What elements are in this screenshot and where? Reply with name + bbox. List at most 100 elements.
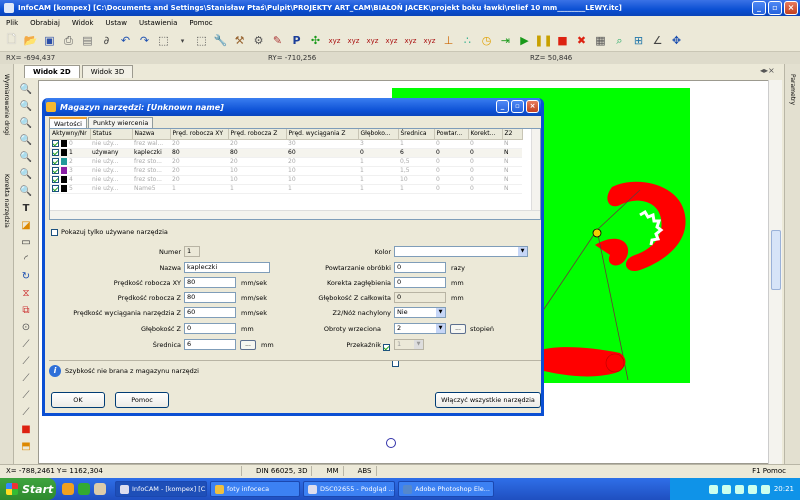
col-speed-xy[interactable]: Pręd. robocza XY [170,129,229,140]
xyz-icon-5[interactable]: xyz [402,32,419,49]
spindle-browse-button[interactable]: ... [450,324,466,334]
print-icon[interactable]: ⎙ [60,32,77,49]
depth-correction-field[interactable]: 0 [394,277,446,288]
pause-icon[interactable]: ❚❚ [534,32,552,49]
col-z2[interactable]: Z2 [502,129,523,140]
maximize-button[interactable]: ▫ [768,1,782,15]
show-used-only-checkbox[interactable]: Pokazuj tylko używane narzędzia [51,228,168,236]
col-active[interactable]: Aktywny/Nr [50,129,91,140]
dialog-maximize-button[interactable]: ▫ [511,100,524,113]
line-tool-icon-1[interactable]: ⟋ [18,337,34,352]
tray-icon-1[interactable] [708,484,718,494]
tray-icon-3[interactable] [734,484,744,494]
browser-quick-icon[interactable] [62,483,74,495]
tab-widok-2d[interactable]: Widok 2D [24,65,80,78]
color-dropdown-icon[interactable]: ▼ [518,247,527,256]
parameters-icon[interactable]: P [288,32,305,49]
left-panel-label-2[interactable]: Korekta narzędzia [3,174,10,228]
start-button[interactable]: Start [0,478,56,500]
spindle-checkbox[interactable] [383,343,390,351]
line-tool-icon-3[interactable]: ⟋ [18,371,34,386]
pan-icon[interactable]: ✥ [668,32,685,49]
dialog-close-button[interactable]: × [526,100,539,113]
new-file-icon[interactable]: 🗋 [3,32,20,49]
fill-tool-icon[interactable]: ⬒ [18,439,34,454]
hammer-icon[interactable]: ⚒ [231,32,248,49]
select-mode-icon[interactable]: ⬚ [193,32,210,49]
tools-icon[interactable]: ⚙ [250,32,267,49]
drill-tool-icon[interactable]: ⊙ [18,320,34,335]
xyz-icon-2[interactable]: xyz [345,32,362,49]
menu-obrabiaj[interactable]: Obrabiaj [30,19,60,27]
zoom-window-icon[interactable]: ⌕ [611,32,628,49]
minimize-button[interactable]: _ [752,1,766,15]
spindle-icon[interactable]: ⊥ [440,32,457,49]
table-vertical-scrollbar[interactable] [531,129,540,219]
line-tool-icon-4[interactable]: ⟋ [18,388,34,403]
col-name[interactable]: Nazwa [132,129,171,140]
redo-icon[interactable]: ↷ [136,32,153,49]
step-icon[interactable]: ⇥ [497,32,514,49]
mirror-tool-icon[interactable]: ⧖ [18,286,34,301]
table-row[interactable]: 2 nie uży... frez sto... 20 20 20 1 0,5 0 0 N [50,157,522,167]
dialog-minimize-button[interactable]: _ [496,100,509,113]
col-speed-z[interactable]: Pręd. robocza Z [228,129,287,140]
zoom-in-icon[interactable]: 🔍 [18,82,34,97]
menu-plik[interactable]: Plik [6,19,18,27]
save-icon[interactable]: ▣ [41,32,58,49]
col-retract-z[interactable]: Pręd. wyciągania Z [286,129,359,140]
stop-side-icon[interactable]: ■ [18,422,34,437]
task-infocam[interactable]: InfoCAM - [kompex] [C... [115,481,207,497]
enable-all-tools-button[interactable]: Włączyć wszystkie narzędzia [435,392,541,408]
arc-tool-icon[interactable]: ◜ [18,252,34,267]
table-row[interactable]: 0 nie uży... frez wal... 20 20 30 3 1 0 0 N [50,139,522,149]
line-tool-icon-5[interactable]: ⟋ [18,405,34,420]
menu-pomoc[interactable]: Pomoc [189,19,212,27]
canvas-vertical-scrollbar[interactable] [768,80,782,464]
select-rect-icon[interactable]: ⬚ [155,32,172,49]
xyz-icon-6[interactable]: xyz [421,32,438,49]
zoom-all-icon[interactable]: ⊞ [630,32,647,49]
node-tool-icon[interactable]: ◪ [18,218,34,233]
table-row[interactable]: 4 nie uży... frez sto... 20 10 10 1 10 0 0 N [50,175,522,185]
nazwa-field[interactable]: kapleczki [184,262,270,273]
media-quick-icon[interactable] [78,483,90,495]
depth-z-field[interactable]: 0 [184,323,236,334]
text-tool-icon[interactable]: T [18,201,34,216]
menu-ustawienia[interactable]: Ustawienia [139,19,177,27]
menu-ustaw[interactable]: Ustaw [105,19,127,27]
retract-z-field[interactable]: 60 [184,307,236,318]
col-correction[interactable]: Korekt... [468,129,503,140]
task-photoshop[interactable]: Adobe Photoshop Ele... [398,481,494,497]
tray-icon-5[interactable] [760,484,770,494]
ok-button[interactable]: OK [51,392,105,408]
diameter-field[interactable]: 6 [184,339,236,350]
table-row[interactable]: 3 nie uży... frez sto... 20 10 10 1 1,5 0 0 N [50,166,522,176]
color-select[interactable]: ▼ [394,246,528,257]
spindle-select[interactable]: 2 ▼ [394,323,446,334]
tray-icon-2[interactable] [721,484,731,494]
speed-z-field[interactable]: 80 [184,292,236,303]
left-panel-label-1[interactable]: Wymiarowanie drogi [3,74,10,136]
col-repeat[interactable]: Powtar... [434,129,469,140]
zoom-extents-icon[interactable]: 🔍 [18,167,34,182]
stop-icon[interactable]: ■ [554,32,571,49]
col-diameter[interactable]: Średnica [398,129,435,140]
repeat-field[interactable]: 0 [394,262,446,273]
xyz-icon-4[interactable]: xyz [383,32,400,49]
document-icon[interactable]: ▤ [79,32,96,49]
table-row[interactable]: 1 używany kapleczki 80 80 60 0 6 0 0 N [50,148,522,158]
tool-active-checkbox[interactable] [52,149,59,156]
task-foty[interactable]: foty infoceca [210,481,300,497]
zoom-selection-icon[interactable]: 🔍 [18,184,34,199]
timer-icon[interactable]: ◷ [478,32,495,49]
paint-icon[interactable]: ✎ [269,32,286,49]
line-tool-icon-2[interactable]: ⟋ [18,354,34,369]
tab-widok-3d[interactable]: Widok 3D [81,65,134,78]
dropdown-icon[interactable]: ▾ [174,32,191,49]
diameter-browse-button[interactable]: ... [240,340,256,350]
clock[interactable]: 20:21 [774,485,794,493]
play-icon[interactable]: ▶ [516,32,533,49]
col-status[interactable]: Status [90,129,133,140]
cancel-icon[interactable]: ✖ [573,32,590,49]
